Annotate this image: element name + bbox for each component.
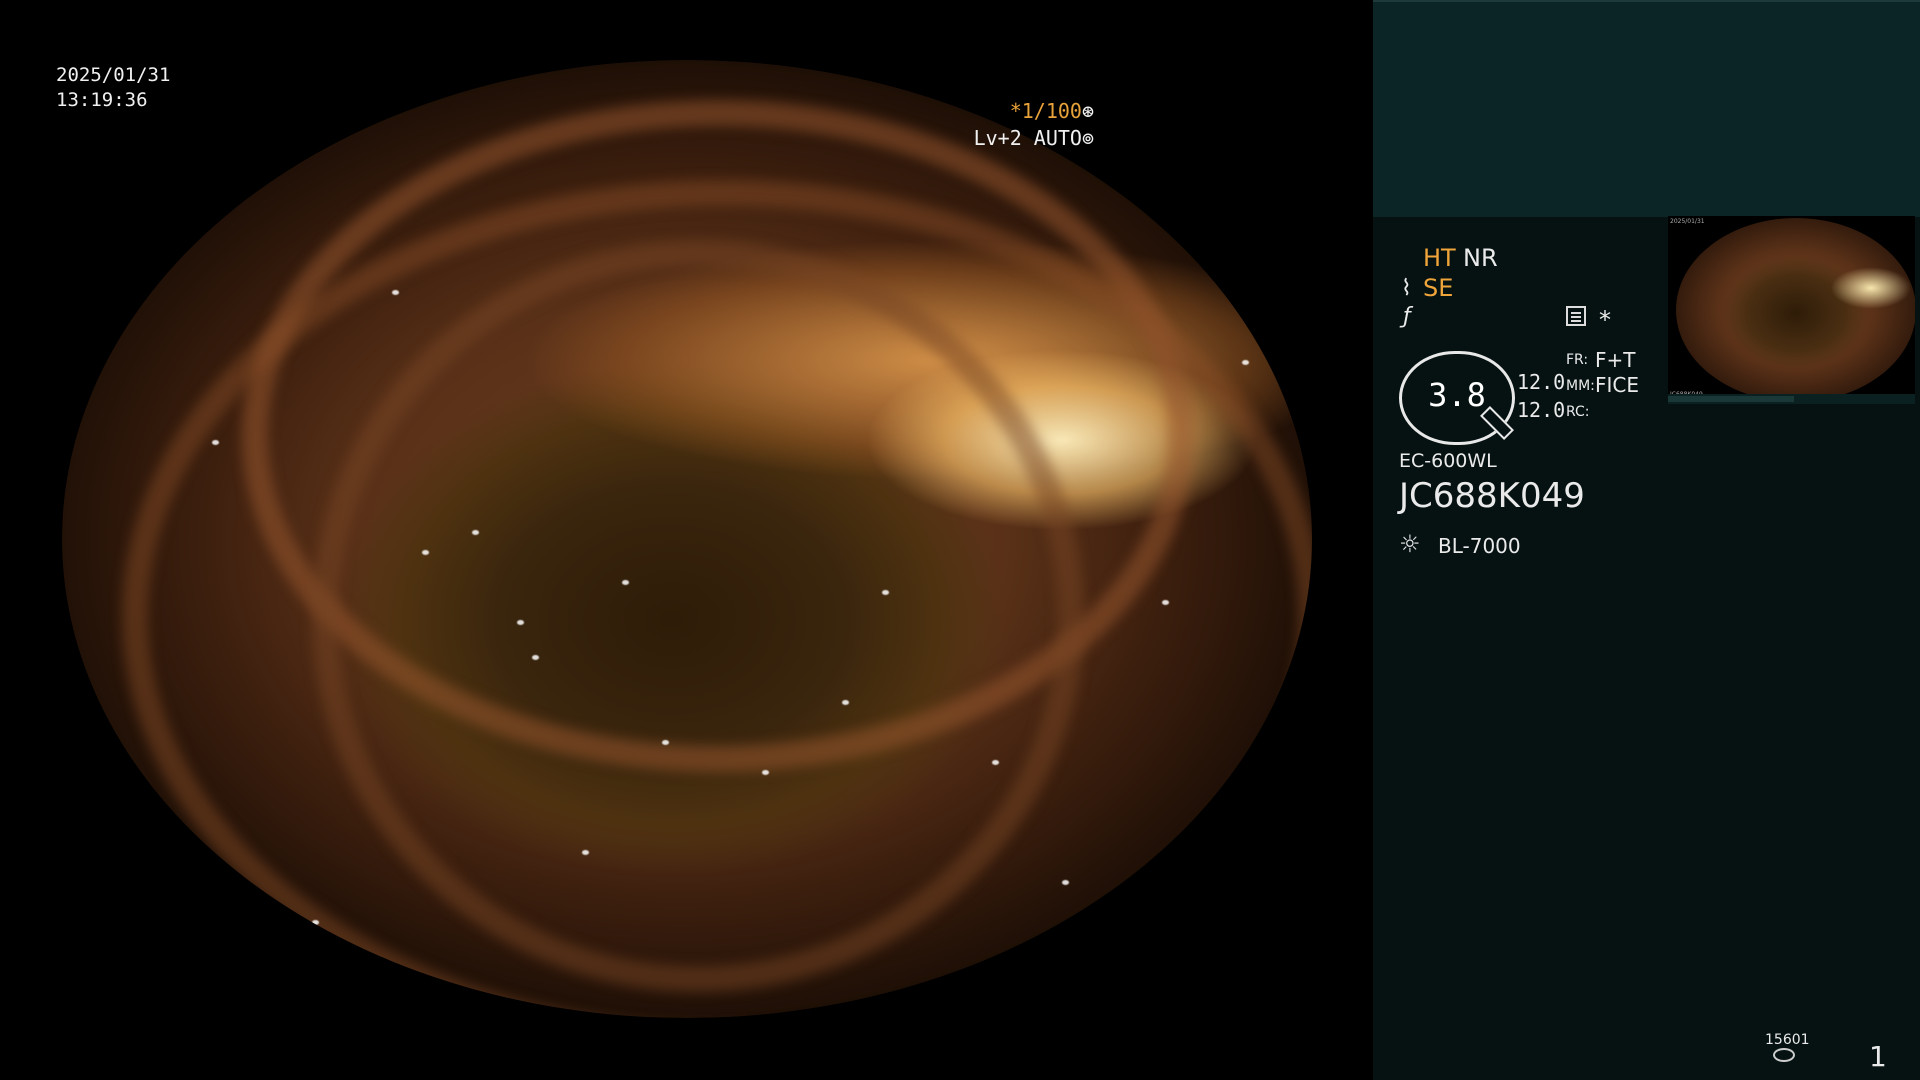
fr-value: F+T	[1595, 348, 1636, 372]
endoscope-view	[62, 60, 1312, 1018]
thumbnail-date: 2025/01/31	[1670, 218, 1705, 225]
enhance-f-icon: ƒ	[1403, 304, 1411, 329]
magnification-value: 3.8	[1428, 376, 1486, 414]
scope-serial: JC688K049	[1399, 476, 1585, 516]
value-1: 12.0	[1517, 370, 1566, 394]
panel-header-area	[1373, 0, 1920, 217]
nr-indicator: NR	[1463, 244, 1498, 272]
shutter-text: *1/100	[1009, 99, 1082, 123]
info-panel: HT NR ⌇ SE ƒ * 3.8 12.0 12.0 FR: F+T MM:…	[1373, 0, 1920, 1080]
mucosal-fold	[122, 180, 1312, 1018]
mm-value: FICE	[1595, 373, 1640, 397]
specular-highlight	[992, 760, 999, 765]
time-text: 13:19:36	[56, 89, 148, 111]
specular-highlight	[392, 290, 399, 295]
mm-label: MM:	[1566, 378, 1595, 394]
shutter-readout: *1/100⊛	[1010, 99, 1094, 123]
thumbnail-image	[1676, 218, 1915, 402]
light-source-icon: ☼	[1399, 530, 1421, 558]
fr-label: FR:	[1566, 352, 1589, 368]
thumbnail-bar	[1668, 396, 1794, 402]
level-readout: Lv+2 AUTO⊚	[974, 126, 1094, 150]
specular-highlight	[517, 620, 524, 625]
date-time: 2025/01/31 13:19:36	[56, 63, 170, 113]
settings-list-icon	[1566, 306, 1586, 326]
rc-label: RC:	[1566, 404, 1590, 420]
capture-thumbnail[interactable]: 2025/01/31 JC688K049	[1668, 216, 1915, 404]
specular-highlight	[1242, 360, 1249, 365]
specular-highlight	[882, 590, 889, 595]
tool-hook-icon: ⌇	[1401, 276, 1412, 301]
page-number: 1	[1869, 1040, 1887, 1073]
specular-highlight	[662, 740, 669, 745]
specular-highlight	[312, 920, 319, 925]
level-text: Lv+2 AUTO	[973, 126, 1082, 150]
specular-highlight	[1062, 880, 1069, 885]
se-indicator: SE	[1423, 274, 1454, 302]
asterisk-indicator: *	[1599, 306, 1611, 334]
specular-highlight	[1162, 600, 1169, 605]
storage-count: 15601	[1765, 1032, 1810, 1048]
endoscope-image	[62, 60, 1312, 1018]
specular-highlight	[622, 580, 629, 585]
thumbnail-footer	[1668, 394, 1915, 404]
scope-model: EC-600WL	[1399, 450, 1497, 472]
specular-highlight	[762, 770, 769, 775]
specular-highlight	[212, 440, 219, 445]
aperture-icon: ⊛	[1081, 99, 1094, 123]
magnification-display: 3.8	[1399, 351, 1515, 445]
specular-highlight	[472, 530, 479, 535]
disk-storage-icon	[1773, 1048, 1795, 1062]
date-text: 2025/01/31	[56, 64, 171, 86]
ht-indicator: HT	[1423, 244, 1456, 272]
iris-icon: ⊚	[1081, 126, 1094, 150]
specular-highlight	[422, 550, 429, 555]
specular-highlight	[532, 655, 539, 660]
light-source-name: BL-7000	[1438, 534, 1521, 558]
value-2: 12.0	[1517, 398, 1566, 422]
specular-highlight	[582, 850, 589, 855]
specular-highlight	[842, 700, 849, 705]
